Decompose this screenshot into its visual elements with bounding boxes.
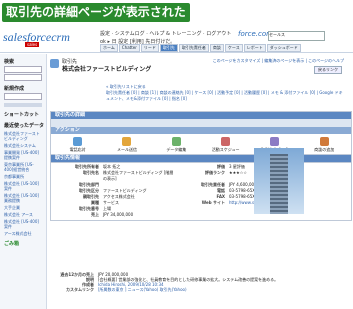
field-value: JPY 34,000,000 <box>103 212 134 217</box>
field-label <box>181 212 225 218</box>
tab-opportunities[interactable]: 商談 <box>209 44 224 52</box>
account-icon <box>50 59 59 68</box>
detail-section-title: 取引先の詳細 <box>51 112 351 119</box>
opportunity-icon <box>319 137 329 146</box>
recent-item[interactable]: 株式会社 [US-400]案件 <box>4 219 42 229</box>
recent-item[interactable]: 株式会社システム <box>4 143 42 148</box>
recent-item[interactable]: 株式会社 アース <box>4 212 42 217</box>
tab-dashboards[interactable]: ダッシュボード <box>266 44 301 52</box>
field-label: 売上 <box>91 212 99 217</box>
account-name-title: 株式会社ファーストビルディング <box>62 66 152 73</box>
app-tabs: ホーム Chatter リード 取引先 取引先責任者 商談 ケース レポート ダ… <box>100 44 301 52</box>
recent-item[interactable]: 株式会社ファーストビルディング <box>4 131 42 141</box>
recent-item[interactable]: 株式会社 [US-100]業務提携 <box>4 193 42 203</box>
back-link-button[interactable]: 戻るリンク <box>314 66 342 74</box>
sidebar-create-label: 新規作成 <box>4 86 25 92</box>
logo-badge: sales <box>25 42 40 47</box>
tab-contacts[interactable]: 取引先責任者 <box>178 44 209 52</box>
recent-item[interactable]: 株式会社 [US-100]案件 <box>4 181 42 191</box>
recycle-bin-link[interactable]: ごみ箱 <box>4 240 46 247</box>
sidebar-search-select[interactable] <box>4 66 42 73</box>
sidebar-recent-label: 最近使ったデータ <box>4 123 45 129</box>
recent-item[interactable]: 京都事業所 <box>4 174 42 179</box>
sidebar: 検索 新規作成 ショートカット 最近使ったデータ 株式会社ファーストビルディング… <box>0 54 47 309</box>
sidebar-search-label: 検索 <box>4 59 15 65</box>
field-label: カスタムリンク <box>66 287 94 292</box>
detail-buttons-row <box>51 119 351 127</box>
field-label: 評価ランク <box>205 170 225 175</box>
app-switcher-select[interactable]: セールス <box>268 31 325 41</box>
tab-cases[interactable]: ケース <box>224 44 243 52</box>
edit-icon <box>171 137 181 146</box>
mail-icon <box>122 137 132 146</box>
info-section: 取引先情報 取引先所有者 坂本 拓之 評価 3 星評価 取引先名 株式会社ファーストビル… <box>50 154 352 221</box>
sidebar-shortcut-label: ショートカット <box>4 112 40 118</box>
recent-item[interactable]: 大手企業 <box>4 205 42 210</box>
tab-reports[interactable]: レポート <box>243 44 266 52</box>
calendar-icon <box>221 137 231 146</box>
related-links[interactable]: 取引先責任者 [0] | 商談 [1] | 商談の連絡先 [0] | ケース [… <box>106 90 346 102</box>
action-label: 電話応対 <box>69 147 86 152</box>
related-list-links: « 取引先リストに戻る 取引先責任者 [0] | 商談 [1] | 商談の連絡先… <box>106 84 346 102</box>
tab-home[interactable]: ホーム <box>100 44 118 52</box>
reference-icon <box>270 137 280 146</box>
tab-chatter[interactable]: Chatter <box>118 44 140 52</box>
caption-banner: 取引先の詳細ページが表示された <box>0 0 353 28</box>
recent-item[interactable]: 東京事業所 [US-400]経営統合 <box>4 162 42 172</box>
field-grid: 取引先所有者 坂本 拓之 評価 3 星評価 取引先名 株式会社ファーストビルディング [… <box>51 162 351 220</box>
info-section-title: 取引先情報 <box>51 155 351 162</box>
recent-item[interactable]: アース株式会社 <box>4 231 42 236</box>
customize-page-link[interactable]: このページをカスタマイズ | 編集済のページを表示 | このページのヘルプ <box>213 58 344 64</box>
notes-section: 過去12か月の売上 JPY 20,000,000 説明 [会社概要] 営業部の強化と… <box>50 272 350 292</box>
caption-text: 取引先の詳細ページが表示された <box>2 3 190 22</box>
action-label: メール送信 <box>116 147 137 152</box>
sidebar-create-select[interactable] <box>4 93 42 100</box>
field-value[interactable]: 株式会社ファーストビルディング [階層の表示] <box>103 170 177 182</box>
salesforce-logo[interactable]: salesforcecrm sales <box>3 31 70 48</box>
field-label: 取引先名 <box>83 170 99 175</box>
app-header: salesforcecrm sales 設定 · システムログ · ヘルプ & … <box>0 28 353 53</box>
main-content: 取引先 株式会社ファーストビルディング このページをカスタマイズ | 編集済のペ… <box>48 54 353 309</box>
phone-icon <box>73 137 83 146</box>
action-label: データ編集 <box>166 147 187 152</box>
screenshot-area: salesforcecrm sales 設定 · システムログ · ヘルプ & … <box>0 28 353 309</box>
action-section-title: アクション <box>51 127 351 134</box>
sidebar-search-input[interactable] <box>4 74 42 81</box>
action-label: 商談の追加 <box>314 147 335 152</box>
tab-accounts[interactable]: 取引先 <box>159 44 178 52</box>
recent-item[interactable]: 事業開発 [US-400]提携案件 <box>4 150 42 160</box>
custom-links[interactable]: [所属数の東京 ] ニュース(Yahoo) 取引先(Yahoo) <box>98 287 348 292</box>
building-tower <box>270 154 288 214</box>
sidebar-divider <box>4 103 42 107</box>
user-menu[interactable]: 設定 · システムログ · ヘルプ & トレーニング · ログアウト <box>100 30 231 37</box>
building-photo <box>254 148 304 214</box>
account-header: 取引先 株式会社ファーストビルディング このページをカスタマイズ | 編集済のペ… <box>50 58 350 80</box>
tab-leads[interactable]: リード <box>140 44 159 52</box>
